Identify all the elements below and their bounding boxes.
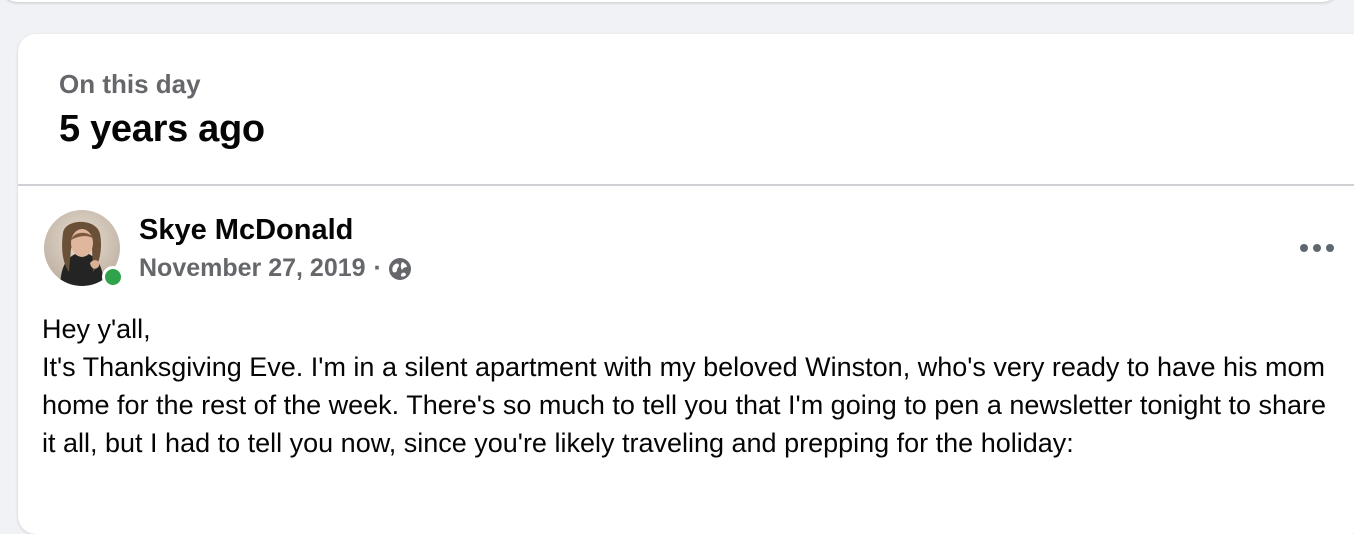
more-options-icon — [1300, 244, 1334, 252]
on-this-day-label: On this day — [59, 69, 201, 99]
meta-separator: · — [373, 254, 382, 282]
post-text: Hey y'all, It's Thanksgiving Eve. I'm in… — [42, 314, 1327, 458]
author-avatar[interactable] — [44, 210, 124, 288]
memory-header: On this day 5 years ago — [18, 34, 1354, 186]
post-meta: November 27, 2019 · — [139, 254, 412, 283]
memory-card: On this day 5 years ago Skye McDonald No… — [18, 34, 1354, 534]
previous-card — [0, 0, 1340, 2]
years-ago-heading: 5 years ago — [59, 108, 265, 150]
author-name[interactable]: Skye McDonald — [139, 214, 353, 247]
post-date[interactable]: November 27, 2019 — [139, 254, 366, 283]
globe-icon[interactable] — [388, 257, 412, 281]
online-status-dot — [102, 266, 124, 288]
more-options-button[interactable] — [1297, 236, 1337, 260]
